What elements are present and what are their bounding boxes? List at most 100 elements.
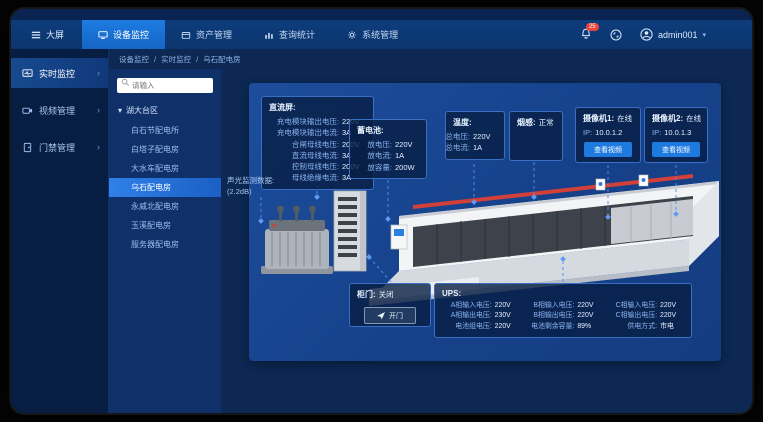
sidebar-item-video-management[interactable]: 视频管理 › [11, 95, 108, 125]
view-video-button[interactable]: 查看视频 [584, 142, 632, 157]
breadcrumb-separator: / [154, 55, 156, 64]
tab-label: 查询统计 [279, 28, 315, 41]
cabinet-door-panel: 柜门: 关闭 开门 [349, 283, 431, 327]
tree-item[interactable]: 白石节配电所 [109, 121, 221, 140]
top-navigation-bar: 大屏 设备监控 资产管理 查询统计 系统管理 [11, 20, 752, 49]
room-overview-content: 直流屏: 充电模块输出电压:220V 充电模块输出电流:3A 合闸母线电压:20… [221, 69, 752, 413]
gear-icon [347, 30, 357, 40]
sidebar: 实时监控 › 视频管理 › 门禁管理 › [11, 49, 109, 413]
ip-value: 10.0.1.2 [595, 127, 622, 138]
tab-label: 资产管理 [196, 28, 232, 41]
tab-system-management[interactable]: 系统管理 [331, 20, 414, 49]
panel-title: 蓄电池: [357, 125, 419, 136]
view-video-button[interactable]: 查看视频 [652, 142, 700, 157]
sidebar-item-label: 门禁管理 [39, 141, 75, 154]
sidebar-item-access-control[interactable]: 门禁管理 › [11, 132, 108, 162]
metric-value: 220V [395, 139, 419, 150]
user-menu[interactable]: admin001 ▾ [640, 28, 706, 41]
sidebar-item-realtime-monitoring[interactable]: 实时监控 › [11, 58, 108, 88]
battery-panel: 蓄电池: 放电压:220V 放电流:1A 放容量:200W [349, 119, 427, 179]
tab-asset-management[interactable]: 资产管理 [165, 20, 248, 49]
breadcrumb-device-monitoring[interactable]: 设备监控 [119, 54, 149, 65]
nav-item-label: 大屏 [46, 28, 64, 41]
metric-label: 控制母线电压: [292, 161, 339, 172]
metric-label: 直流母线电流: [292, 150, 339, 161]
sound-light-monitor-label: 声光监测数据: (2.2dB) [227, 175, 274, 198]
screen: 大屏 设备监控 资产管理 查询统计 系统管理 [0, 0, 763, 422]
topbar-right-group: 25 admin001 ▾ [580, 20, 752, 49]
metric-value: 1A [473, 142, 497, 153]
tree-item[interactable]: 服务器配电房 [109, 235, 221, 254]
tree-group-label: 湖大台区 [126, 105, 158, 116]
camera-label: 摄像机1: [583, 113, 614, 125]
ups-phase-b-column: B相输入电压:220V B相输出电压:220V 电池剩余容量:89% [525, 301, 602, 332]
tree-item[interactable]: 玉溪配电房 [109, 216, 221, 235]
metric-value: 220V [495, 322, 519, 332]
metric-value: 220V [660, 301, 684, 311]
camera-1-panel: 摄像机1: 在线 IP: 10.0.1.2 查看视频 [575, 107, 641, 163]
fullscreen-icon[interactable] [610, 29, 622, 41]
body-row: 实时监控 › 视频管理 › 门禁管理 › [11, 49, 752, 413]
metric-label: B相输出电压: [533, 311, 574, 321]
tree-group-node[interactable]: ▾ 湖大台区 [109, 102, 221, 121]
door-status: 关闭 [379, 289, 403, 301]
ups-phase-a-column: A相输入电压:220V A相输出电压:230V 电池组电压:220V [442, 301, 519, 332]
metric-label: C相输入电压: [616, 301, 657, 311]
metric-label: 电池剩余容量: [531, 322, 574, 332]
ip-label: IP: [583, 127, 592, 138]
camera-2-panel: 摄像机2: 在线 IP: 10.0.1.3 查看视频 [644, 107, 708, 163]
metric-label: 合闸母线电压: [292, 139, 339, 150]
metric-label: 总电压: [445, 131, 470, 142]
metric-label: A相输入电压: [451, 301, 492, 311]
chevron-right-icon: › [97, 68, 100, 78]
metric-label: 充电模块输出电流: [277, 127, 339, 138]
tree-item[interactable]: 大水车配电房 [109, 159, 221, 178]
metric-label: 烟感: [517, 117, 536, 129]
chart-icon [264, 30, 274, 40]
tree-item-selected[interactable]: 乌石配电房 [109, 178, 221, 197]
metric-value: 220V [473, 131, 497, 142]
ups-panel: UPS: A相输入电压:220V A相输出电压:230V 电池组电压:220V … [434, 283, 692, 338]
tree-caret-icon: ▾ [118, 106, 122, 115]
metric-value: 220V [495, 301, 519, 311]
tab-device-monitoring[interactable]: 设备监控 [82, 20, 165, 49]
username: admin001 [658, 30, 698, 40]
tab-label: 设备监控 [113, 28, 149, 41]
tree-item[interactable]: 永威北配电房 [109, 197, 221, 216]
tab-query-statistics[interactable]: 查询统计 [248, 20, 331, 49]
user-avatar-icon [640, 28, 653, 41]
breadcrumb-current-room[interactable]: 乌石配电房 [203, 54, 241, 65]
realtime-monitor-icon [22, 68, 33, 79]
breadcrumb: 设备监控 / 实时监控 / 乌石配电房 [109, 49, 752, 69]
metric-label: 总电流: [445, 142, 470, 153]
open-door-label: 开门 [389, 311, 403, 321]
box-icon [181, 30, 191, 40]
metric-label: 放电压: [367, 139, 392, 150]
notifications-button[interactable]: 25 [580, 28, 592, 42]
right-column: 设备监控 / 实时监控 / 乌石配电房 ▾ [109, 49, 752, 413]
metric-value: 市电 [660, 322, 684, 332]
metric-value: 220V [577, 301, 601, 311]
metric-label: 充电模块输出电压: [277, 116, 339, 127]
video-camera-icon [22, 105, 33, 116]
metric-label: 供电方式: [628, 322, 657, 332]
send-icon [377, 312, 385, 320]
main-row: ▾ 湖大台区 白石节配电所 白塔子配电房 大水车配电房 乌石配电房 永威北配电房… [109, 69, 752, 413]
ip-label: IP: [652, 127, 661, 138]
camera-status: 在线 [686, 113, 710, 125]
tree-search [117, 75, 213, 93]
search-input[interactable] [117, 78, 213, 93]
tree-item[interactable]: 白塔子配电房 [109, 140, 221, 159]
search-icon [121, 78, 130, 87]
metric-label: A相输出电压: [451, 311, 492, 321]
breadcrumb-realtime-monitoring[interactable]: 实时监控 [161, 54, 191, 65]
open-door-button[interactable]: 开门 [364, 307, 416, 324]
door-label: 柜门: [357, 289, 376, 301]
chevron-right-icon: › [97, 105, 100, 115]
nav-item-dashboard[interactable]: 大屏 [11, 20, 82, 49]
sidebar-item-label: 视频管理 [39, 104, 75, 117]
panel-title: UPS: [442, 289, 684, 298]
chevron-right-icon: › [97, 142, 100, 152]
smoke-status: 正常 [539, 117, 563, 129]
door-icon [22, 142, 33, 153]
